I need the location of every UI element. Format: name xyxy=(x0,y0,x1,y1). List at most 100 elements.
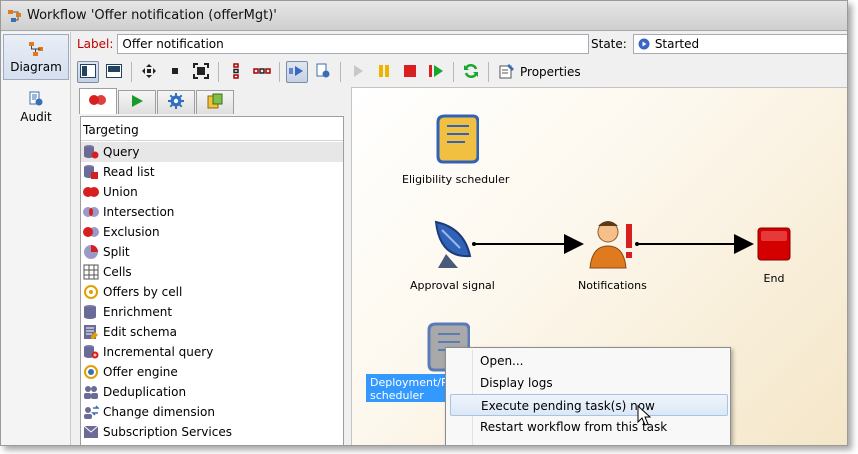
label-input[interactable]: Offer notification xyxy=(117,34,590,54)
resume-button[interactable] xyxy=(425,61,447,83)
move-button[interactable] xyxy=(138,61,160,83)
palette-item-union[interactable]: Union xyxy=(81,182,343,202)
menu-item-execute-pending[interactable]: Execute pending task(s) now xyxy=(450,394,728,416)
palette-item-deduplication[interactable]: Deduplication xyxy=(81,382,343,402)
palette-item-cells[interactable]: Cells xyxy=(81,262,343,282)
state-value: Started xyxy=(654,37,700,51)
vertical-links-button[interactable] xyxy=(225,61,247,83)
audit-mode-button[interactable] xyxy=(312,61,334,83)
node-approval-signal[interactable]: Approval signal xyxy=(410,216,495,292)
label-row: Label: Offer notification xyxy=(77,33,590,55)
read-list-icon xyxy=(83,164,99,180)
audit-icon xyxy=(28,91,44,107)
palette-item-intersection[interactable]: Intersection xyxy=(81,202,343,222)
started-icon xyxy=(638,38,650,50)
stop-button[interactable] xyxy=(399,61,421,83)
nav-audit-label: Audit xyxy=(20,109,52,124)
nav-diagram-label: Diagram xyxy=(10,59,62,74)
toolbar-separator xyxy=(279,62,280,82)
palette-item-edit-schema[interactable]: Edit schema xyxy=(81,322,343,342)
palette-item-offer-engine[interactable]: Offer engine xyxy=(81,362,343,382)
palette-item-split[interactable]: Split xyxy=(81,242,343,262)
palette-item-change-dimension[interactable]: Change dimension xyxy=(81,402,343,422)
palette-item-label: Exclusion xyxy=(103,225,160,239)
tab-actions[interactable] xyxy=(157,90,195,114)
step-mode-button[interactable] xyxy=(286,61,308,83)
start-button[interactable] xyxy=(347,61,369,83)
mouse-cursor-icon xyxy=(637,404,652,430)
palette-item-offers-by-cell[interactable]: Offers by cell xyxy=(81,282,343,302)
node-label: End xyxy=(763,272,785,285)
palette-item-label: Split xyxy=(103,245,130,259)
toolbar-separator xyxy=(218,62,219,82)
toolbar-separator xyxy=(488,62,489,82)
toolbar-separator xyxy=(453,62,454,82)
palette-item-query[interactable]: Query xyxy=(81,142,343,162)
window-title: Workflow 'Offer notification (offerMgt)' xyxy=(27,8,277,23)
change-dimension-icon xyxy=(83,404,100,420)
state-field: Started xyxy=(632,34,847,54)
diagram-icon xyxy=(28,41,44,57)
tab-flow-control[interactable] xyxy=(118,90,156,114)
title-bar: Workflow 'Offer notification (offerMgt)' xyxy=(1,1,847,31)
edit-schema-icon xyxy=(83,324,99,340)
activity-palette: Targeting Query Read list Union Intersec… xyxy=(80,116,344,445)
user-alert-icon xyxy=(586,218,638,275)
palette-item-label: Incremental query xyxy=(103,345,214,359)
menu-item-open[interactable]: Open... xyxy=(450,350,728,372)
horizontal-links-button[interactable] xyxy=(251,61,273,83)
select-button[interactable] xyxy=(164,61,186,83)
node-label: Eligibility scheduler xyxy=(402,173,510,186)
play-icon xyxy=(350,63,366,82)
split-view-icon xyxy=(80,63,96,81)
subscription-services-icon xyxy=(83,424,99,440)
state-caption: State: xyxy=(591,37,627,51)
flow-control-icon xyxy=(130,94,144,111)
fit-button[interactable] xyxy=(190,61,212,83)
step-icon xyxy=(289,63,305,82)
pause-button[interactable] xyxy=(373,61,395,83)
menu-item-display-logs[interactable]: Display logs xyxy=(450,372,728,394)
palette-item-label: Read list xyxy=(103,165,155,179)
node-deployment-scheduler-label[interactable]: Deployment/Publication scheduler xyxy=(366,374,449,402)
menu-item-restart-workflow[interactable]: Restart workflow from this task xyxy=(450,416,728,438)
scroll-scheduler-icon xyxy=(433,112,480,169)
tab-targeting[interactable] xyxy=(79,88,117,114)
label-caption: Label: xyxy=(77,37,114,51)
palette-item-label: Union xyxy=(103,185,138,199)
nav-diagram[interactable]: Diagram xyxy=(3,34,69,80)
layout-split-button[interactable] xyxy=(77,61,99,83)
layout-full-button[interactable] xyxy=(103,61,125,83)
left-nav: Diagram Audit xyxy=(1,32,71,445)
palette-item-label: Edit schema xyxy=(103,325,177,339)
gear-icon xyxy=(168,93,184,112)
toolbar: Properties xyxy=(77,59,589,85)
palette-item-subscription-services[interactable]: Subscription Services xyxy=(81,422,343,442)
workflow-window: Workflow 'Offer notification (offerMgt)'… xyxy=(0,0,848,446)
palette-item-label: Offers by cell xyxy=(103,285,183,299)
enrichment-icon xyxy=(83,304,99,320)
node-label: Notifications xyxy=(578,279,647,292)
cells-icon xyxy=(83,264,99,280)
refresh-button[interactable] xyxy=(460,61,482,83)
palette-item-label: Change dimension xyxy=(103,405,215,419)
palette-item-label: Subscription Services xyxy=(103,425,232,439)
palette-item-enrichment[interactable]: Enrichment xyxy=(81,302,343,322)
node-eligibility-scheduler[interactable]: Eligibility scheduler xyxy=(402,112,509,186)
palette-item-exclusion[interactable]: Exclusion xyxy=(81,222,343,242)
palette-item-read-list[interactable]: Read list xyxy=(81,162,343,182)
stop-icon xyxy=(402,63,418,82)
palette-item-incremental-query[interactable]: Incremental query xyxy=(81,342,343,362)
node-notifications[interactable]: Notifications xyxy=(578,218,647,292)
properties-button[interactable]: Properties xyxy=(495,61,585,83)
nav-audit[interactable]: Audit xyxy=(3,84,69,130)
union-icon xyxy=(83,184,99,200)
palette-item-label: Query xyxy=(103,145,140,159)
deduplication-icon xyxy=(83,384,99,400)
query-icon xyxy=(83,144,99,160)
chain-horizontal-icon xyxy=(253,63,271,82)
tab-events[interactable] xyxy=(196,90,234,114)
node-label: Approval signal xyxy=(410,279,495,292)
node-end[interactable]: End xyxy=(756,226,792,285)
pause-icon xyxy=(376,63,392,82)
